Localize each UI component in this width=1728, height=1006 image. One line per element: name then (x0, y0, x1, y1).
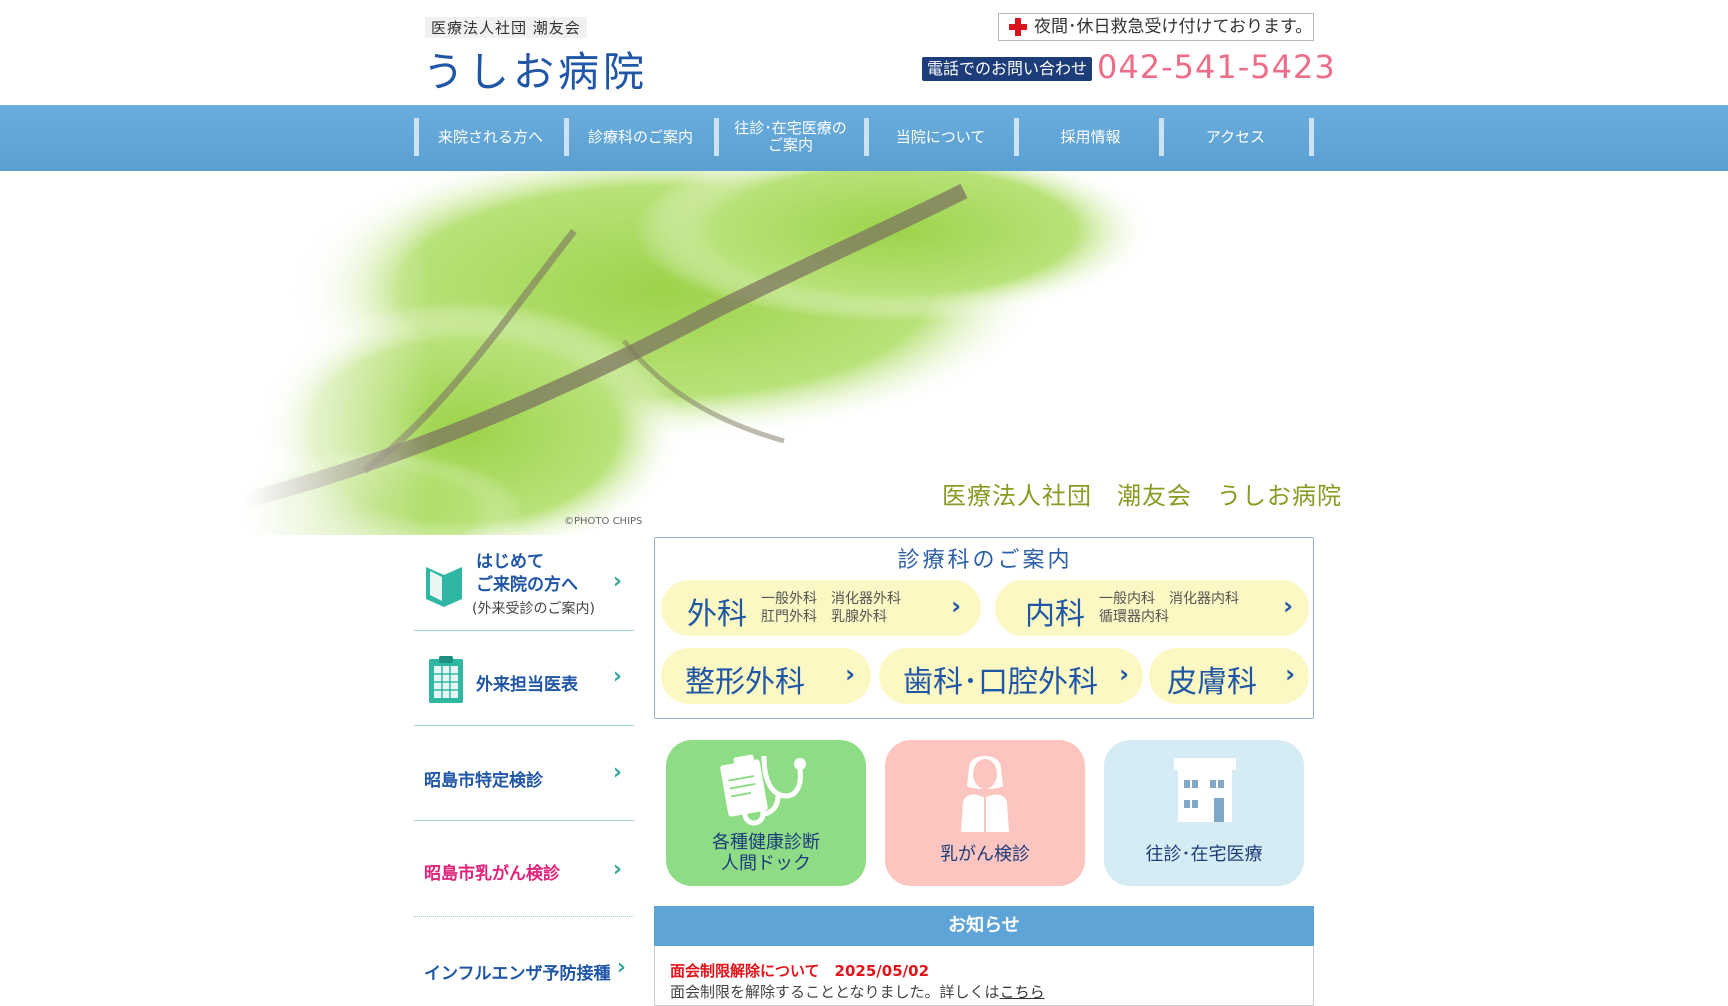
nav-item-departments[interactable]: 診療科のご案内 (569, 118, 712, 156)
tel-number[interactable]: 042-541-5423 (1097, 48, 1336, 86)
sidebar-breast-checkup[interactable]: 昭島市乳がん検診 › (414, 821, 634, 917)
news-item-link[interactable]: こちら (1000, 983, 1045, 1001)
dept-surgery-sub2: 肛門外科 乳腺外科 (761, 609, 887, 625)
hero-caption: 医療法人社団 潮友会 うしお病院 (942, 482, 1342, 510)
clipboard-stethoscope-icon (720, 754, 806, 826)
news-list: 面会制限解除について 2025/05/02 面会制限を解除することとなりました。… (654, 946, 1314, 1006)
hospital-logo[interactable]: うしお病院 (423, 38, 648, 98)
card-health-checkup-line1: 各種健康診断 (712, 832, 820, 853)
breast-checkup-label: 昭島市乳がん検診 (424, 864, 560, 884)
news-item-body: 面会制限を解除することとなりました。詳しくは (670, 983, 1000, 1001)
chevron-right-icon: › (1119, 660, 1129, 688)
news-item-title[interactable]: 面会制限解除について 2025/05/02 (670, 960, 929, 981)
book-icon (426, 567, 462, 607)
dept-dermatology[interactable]: 皮膚科 › (1149, 648, 1309, 704)
checkup-label: 昭島市特定検診 (424, 771, 543, 791)
sidebar-schedule[interactable]: 外来担当医表 › (414, 631, 634, 726)
card-health-checkup-line2: 人間ドック (721, 853, 811, 874)
dept-surgery[interactable]: 外科 一般外科 消化器外科 肛門外科 乳腺外科 › (661, 580, 981, 636)
dept-internal-sub1: 一般内科 消化器内科 (1099, 591, 1239, 607)
chevron-right-icon: › (612, 569, 622, 594)
dept-orthopedics[interactable]: 整形外科 › (661, 648, 871, 704)
chevron-right-icon: › (951, 592, 961, 620)
dept-dental-name: 歯科･口腔外科 (903, 665, 1098, 700)
card-home-care[interactable]: 往診･在宅医療 (1104, 740, 1304, 886)
chevron-right-icon: › (1283, 592, 1293, 620)
card-breast-checkup-label: 乳がん検診 (940, 844, 1030, 865)
flu-vaccine-label: インフルエンザ予防接種 (424, 964, 611, 984)
chevron-right-icon: › (845, 660, 855, 688)
org-name: 医療法人社団 潮友会 (425, 17, 587, 38)
chevron-right-icon: › (612, 857, 622, 882)
nav-item-home-care[interactable]: 往診･在宅医療の ご案内 (719, 118, 862, 156)
first-visit-line1: はじめて (476, 552, 544, 572)
tel-label: 電話でのお問い合わせ (922, 57, 1092, 81)
news-heading: お知らせ (654, 906, 1314, 946)
dept-internal[interactable]: 内科 一般内科 消化器内科 循環器内科 › (995, 580, 1309, 636)
photo-credit: ©PHOTO CHIPS (564, 516, 643, 527)
chevron-right-icon: › (612, 760, 622, 785)
nav-item-about[interactable]: 当院について (869, 118, 1012, 156)
first-visit-line2: ご来院の方へ (476, 575, 578, 595)
night-emergency-text: 夜間･休日救急受け付けております。 (1034, 17, 1313, 37)
dept-surgery-sub1: 一般外科 消化器外科 (761, 591, 901, 607)
dept-surgery-name: 外科 (687, 597, 747, 632)
chevron-right-icon: › (1285, 660, 1295, 688)
nav-item-access[interactable]: アクセス (1164, 118, 1307, 156)
nav-separator (1309, 118, 1314, 156)
dept-dental[interactable]: 歯科･口腔外科 › (879, 648, 1143, 704)
sidebar-checkup[interactable]: 昭島市特定検診 › (414, 726, 634, 821)
card-health-checkup[interactable]: 各種健康診断 人間ドック (666, 740, 866, 886)
chevron-right-icon: › (616, 955, 626, 980)
first-visit-sub: (外来受診のご案内) (472, 601, 595, 617)
chevron-right-icon: › (612, 664, 622, 689)
red-cross-icon (1009, 18, 1027, 36)
dept-internal-name: 内科 (1025, 597, 1085, 632)
night-emergency-notice: 夜間･休日救急受け付けております。 (998, 13, 1314, 41)
nurse-icon (961, 756, 1009, 832)
dept-dermatology-name: 皮膚科 (1167, 665, 1257, 700)
dept-internal-sub2: 循環器内科 (1099, 609, 1169, 625)
clipboard-schedule-icon (429, 656, 463, 703)
card-home-care-label: 往診･在宅医療 (1145, 844, 1263, 865)
schedule-label: 外来担当医表 (476, 675, 578, 695)
department-guide-title: 診療科のご案内 (897, 548, 1073, 573)
building-icon (1174, 758, 1236, 822)
department-guide: 診療科のご案内 外科 一般外科 消化器外科 肛門外科 乳腺外科 › 内科 一般内… (654, 537, 1314, 719)
card-breast-checkup[interactable]: 乳がん検診 (885, 740, 1085, 886)
sidebar-first-visit[interactable]: はじめて ご来院の方へ (外来受診のご案内) › (414, 537, 634, 631)
sidebar-flu-vaccine[interactable]: インフルエンザ予防接種 › (414, 917, 634, 1000)
nav-item-visitors[interactable]: 来院される方へ (419, 118, 562, 156)
dept-orthopedics-name: 整形外科 (685, 665, 805, 700)
nav-item-recruit[interactable]: 採用情報 (1019, 118, 1162, 156)
global-nav: 来院される方へ 診療科のご案内 往診･在宅医療の ご案内 当院について 採用情報… (0, 105, 1728, 171)
news-item-text: 面会制限を解除することとなりました。詳しくはこちら (670, 981, 1045, 1002)
